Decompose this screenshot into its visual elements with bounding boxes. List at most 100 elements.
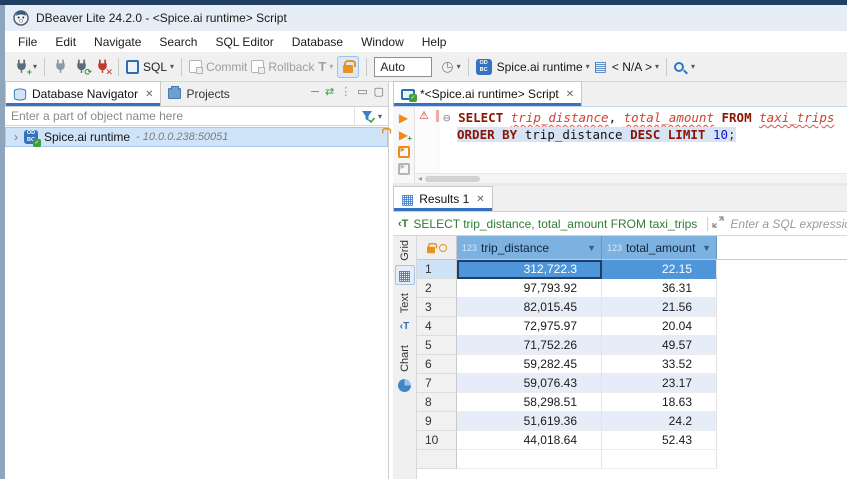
editor-horizontal-scrollbar[interactable]: ◂ (415, 173, 847, 183)
menu-item-file[interactable]: File (9, 33, 46, 51)
execute-script-button[interactable] (393, 143, 414, 160)
reconnect-button[interactable]: ⟳ (73, 58, 90, 75)
row-number[interactable]: 2 (417, 279, 457, 298)
filter-settings-button[interactable]: ▾ (354, 107, 388, 125)
menu-item-edit[interactable]: Edit (46, 33, 85, 51)
transaction-log-button[interactable]: T ▾ (318, 59, 333, 74)
close-icon[interactable]: ✕ (476, 194, 484, 205)
grid-cell-trip_distance[interactable]: 72,975.97 (457, 317, 602, 336)
new-connection-button[interactable]: + ▾ (13, 58, 37, 75)
result-filter-input[interactable] (724, 217, 847, 231)
grid-cell-total_amount[interactable]: 36.31 (602, 279, 717, 298)
column-filter-icon[interactable]: ▼ (702, 243, 711, 253)
view-tab-grid[interactable]: Grid ▦ (395, 240, 415, 285)
commit-button[interactable]: Commit (189, 60, 247, 74)
active-schema-selector[interactable]: ▤ < N/A > ▾ (594, 58, 659, 75)
grid-cell-total_amount[interactable]: 18.63 (602, 393, 717, 412)
chevron-down-icon[interactable]: ▾ (378, 112, 382, 121)
connect-button[interactable] (52, 58, 69, 75)
grid-cell-trip_distance[interactable]: 82,015.45 (457, 298, 602, 317)
column-header-total-amount[interactable]: 123 total_amount ▼ (602, 236, 717, 259)
grid-cell-trip_distance[interactable]: 51,619.36 (457, 412, 602, 431)
row-number[interactable]: 1 (417, 260, 457, 279)
table-row[interactable]: 858,298.5118.63 (417, 393, 847, 412)
grid-cell-trip_distance[interactable]: 59,282.45 (457, 355, 602, 374)
grid-corner-cell[interactable] (417, 236, 457, 259)
table-row[interactable]: 1312,722.322.15 (417, 260, 847, 279)
menu-item-help[interactable]: Help (413, 33, 456, 51)
script-options-button[interactable] (393, 160, 414, 177)
expand-chevron-icon[interactable]: › (14, 130, 18, 144)
commit-mode-combo[interactable]: Auto (374, 57, 432, 77)
sql-line-2[interactable]: ORDER BY trip_distance DESC LIMIT 10; (443, 126, 847, 143)
grid-cell-total_amount[interactable]: 22.15 (602, 260, 717, 279)
table-row[interactable]: 297,793.9236.31 (417, 279, 847, 298)
table-row[interactable]: 382,015.4521.56 (417, 298, 847, 317)
table-row[interactable]: 759,076.4323.17 (417, 374, 847, 393)
grid-cell-total_amount[interactable]: 23.17 (602, 374, 717, 393)
row-number[interactable]: 10 (417, 431, 457, 450)
row-number[interactable]: 8 (417, 393, 457, 412)
grid-cell-trip_distance[interactable]: 97,793.92 (457, 279, 602, 298)
table-row[interactable]: 472,975.9720.04 (417, 317, 847, 336)
minimize-icon[interactable]: ▭ (357, 87, 367, 98)
grid-cell-total_amount[interactable]: 20.04 (602, 317, 717, 336)
close-icon[interactable]: ✕ (145, 89, 153, 100)
sql-editor[interactable]: ▶ ▶+ ⚠ ⊖ SELECT trip_distance, total_amo… (393, 107, 847, 183)
menu-item-database[interactable]: Database (283, 33, 352, 51)
active-connection-selector[interactable]: ODBC Spice.ai runtime ▾ (476, 59, 590, 75)
view-menu-icon[interactable]: ⋮ (340, 87, 351, 98)
new-sql-editor-button[interactable]: SQL ▾ (126, 60, 174, 74)
scroll-left-arrow-icon[interactable]: ◂ (415, 174, 425, 183)
tab-results-1[interactable]: ▦ Results 1 ✕ (393, 186, 493, 211)
row-number[interactable]: 9 (417, 412, 457, 431)
row-number[interactable]: 3 (417, 298, 457, 317)
column-filter-icon[interactable]: ▼ (587, 243, 596, 253)
connection-tree-item[interactable]: › ODBC ✓ Spice.ai runtime - 10.0.0.238:5… (5, 127, 388, 147)
tab-projects[interactable]: Projects (161, 81, 241, 106)
grid-cell-total_amount[interactable]: 21.56 (602, 298, 717, 317)
grid-cell-trip_distance[interactable]: 312,722.3 (457, 260, 602, 279)
grid-cell-trip_distance[interactable]: 58,298.51 (457, 393, 602, 412)
row-number[interactable]: 6 (417, 355, 457, 374)
row-number[interactable]: 5 (417, 336, 457, 355)
fold-collapse-icon[interactable]: ⊖ (443, 110, 458, 125)
grid-cell-total_amount[interactable]: 24.2 (602, 412, 717, 431)
object-filter-input[interactable] (5, 107, 354, 125)
sql-line-1[interactable]: ⊖ SELECT trip_distance, total_amount FRO… (443, 109, 847, 126)
menu-item-window[interactable]: Window (352, 33, 413, 51)
search-button[interactable]: ▾ (674, 62, 695, 72)
grid-cell-total_amount[interactable]: 49.57 (602, 336, 717, 355)
table-row[interactable]: 659,282.4533.52 (417, 355, 847, 374)
minimize-view-icon[interactable]: ─ (311, 87, 319, 98)
tab-database-navigator[interactable]: Database Navigator ✕ (5, 81, 161, 106)
chevron-down-icon[interactable]: ▾ (691, 62, 695, 71)
chevron-down-icon[interactable]: ▾ (170, 62, 174, 71)
scrollbar-thumb[interactable] (425, 176, 480, 182)
table-row[interactable]: 951,619.3624.2 (417, 412, 847, 431)
expand-icon[interactable] (712, 215, 724, 233)
column-header-trip-distance[interactable]: 123 trip_distance ▼ (457, 236, 602, 259)
chevron-down-icon[interactable]: ▾ (586, 62, 590, 71)
grid-cell-trip_distance[interactable]: 71,752.26 (457, 336, 602, 355)
grid-cell-trip_distance[interactable]: 44,018.64 (457, 431, 602, 450)
chevron-down-icon[interactable]: ▾ (33, 62, 37, 71)
row-number[interactable]: 7 (417, 374, 457, 393)
disconnect-button[interactable]: ✕ (94, 58, 111, 75)
view-tab-chart[interactable]: Chart (395, 345, 415, 396)
view-tab-text[interactable]: Text ‹T (395, 293, 415, 337)
menu-item-search[interactable]: Search (150, 33, 206, 51)
execute-new-tab-button[interactable]: ▶+ (393, 126, 414, 143)
grid-cell-trip_distance[interactable]: 59,076.43 (457, 374, 602, 393)
row-number[interactable]: 4 (417, 317, 457, 336)
tab-sql-script[interactable]: ✓ *<Spice.ai runtime> Script ✕ (393, 81, 582, 106)
link-with-editor-icon[interactable]: ⇄ (325, 87, 334, 98)
chevron-down-icon[interactable]: ▾ (457, 62, 461, 71)
rollback-button[interactable]: Rollback (251, 60, 314, 74)
execute-statement-button[interactable]: ▶ (393, 109, 414, 126)
grid-cell-total_amount[interactable]: 33.52 (602, 355, 717, 374)
menu-item-navigate[interactable]: Navigate (85, 33, 150, 51)
chevron-down-icon[interactable]: ▾ (655, 62, 659, 71)
autocommit-toggle-button[interactable] (337, 56, 359, 78)
table-row[interactable]: 1044,018.6452.43 (417, 431, 847, 450)
